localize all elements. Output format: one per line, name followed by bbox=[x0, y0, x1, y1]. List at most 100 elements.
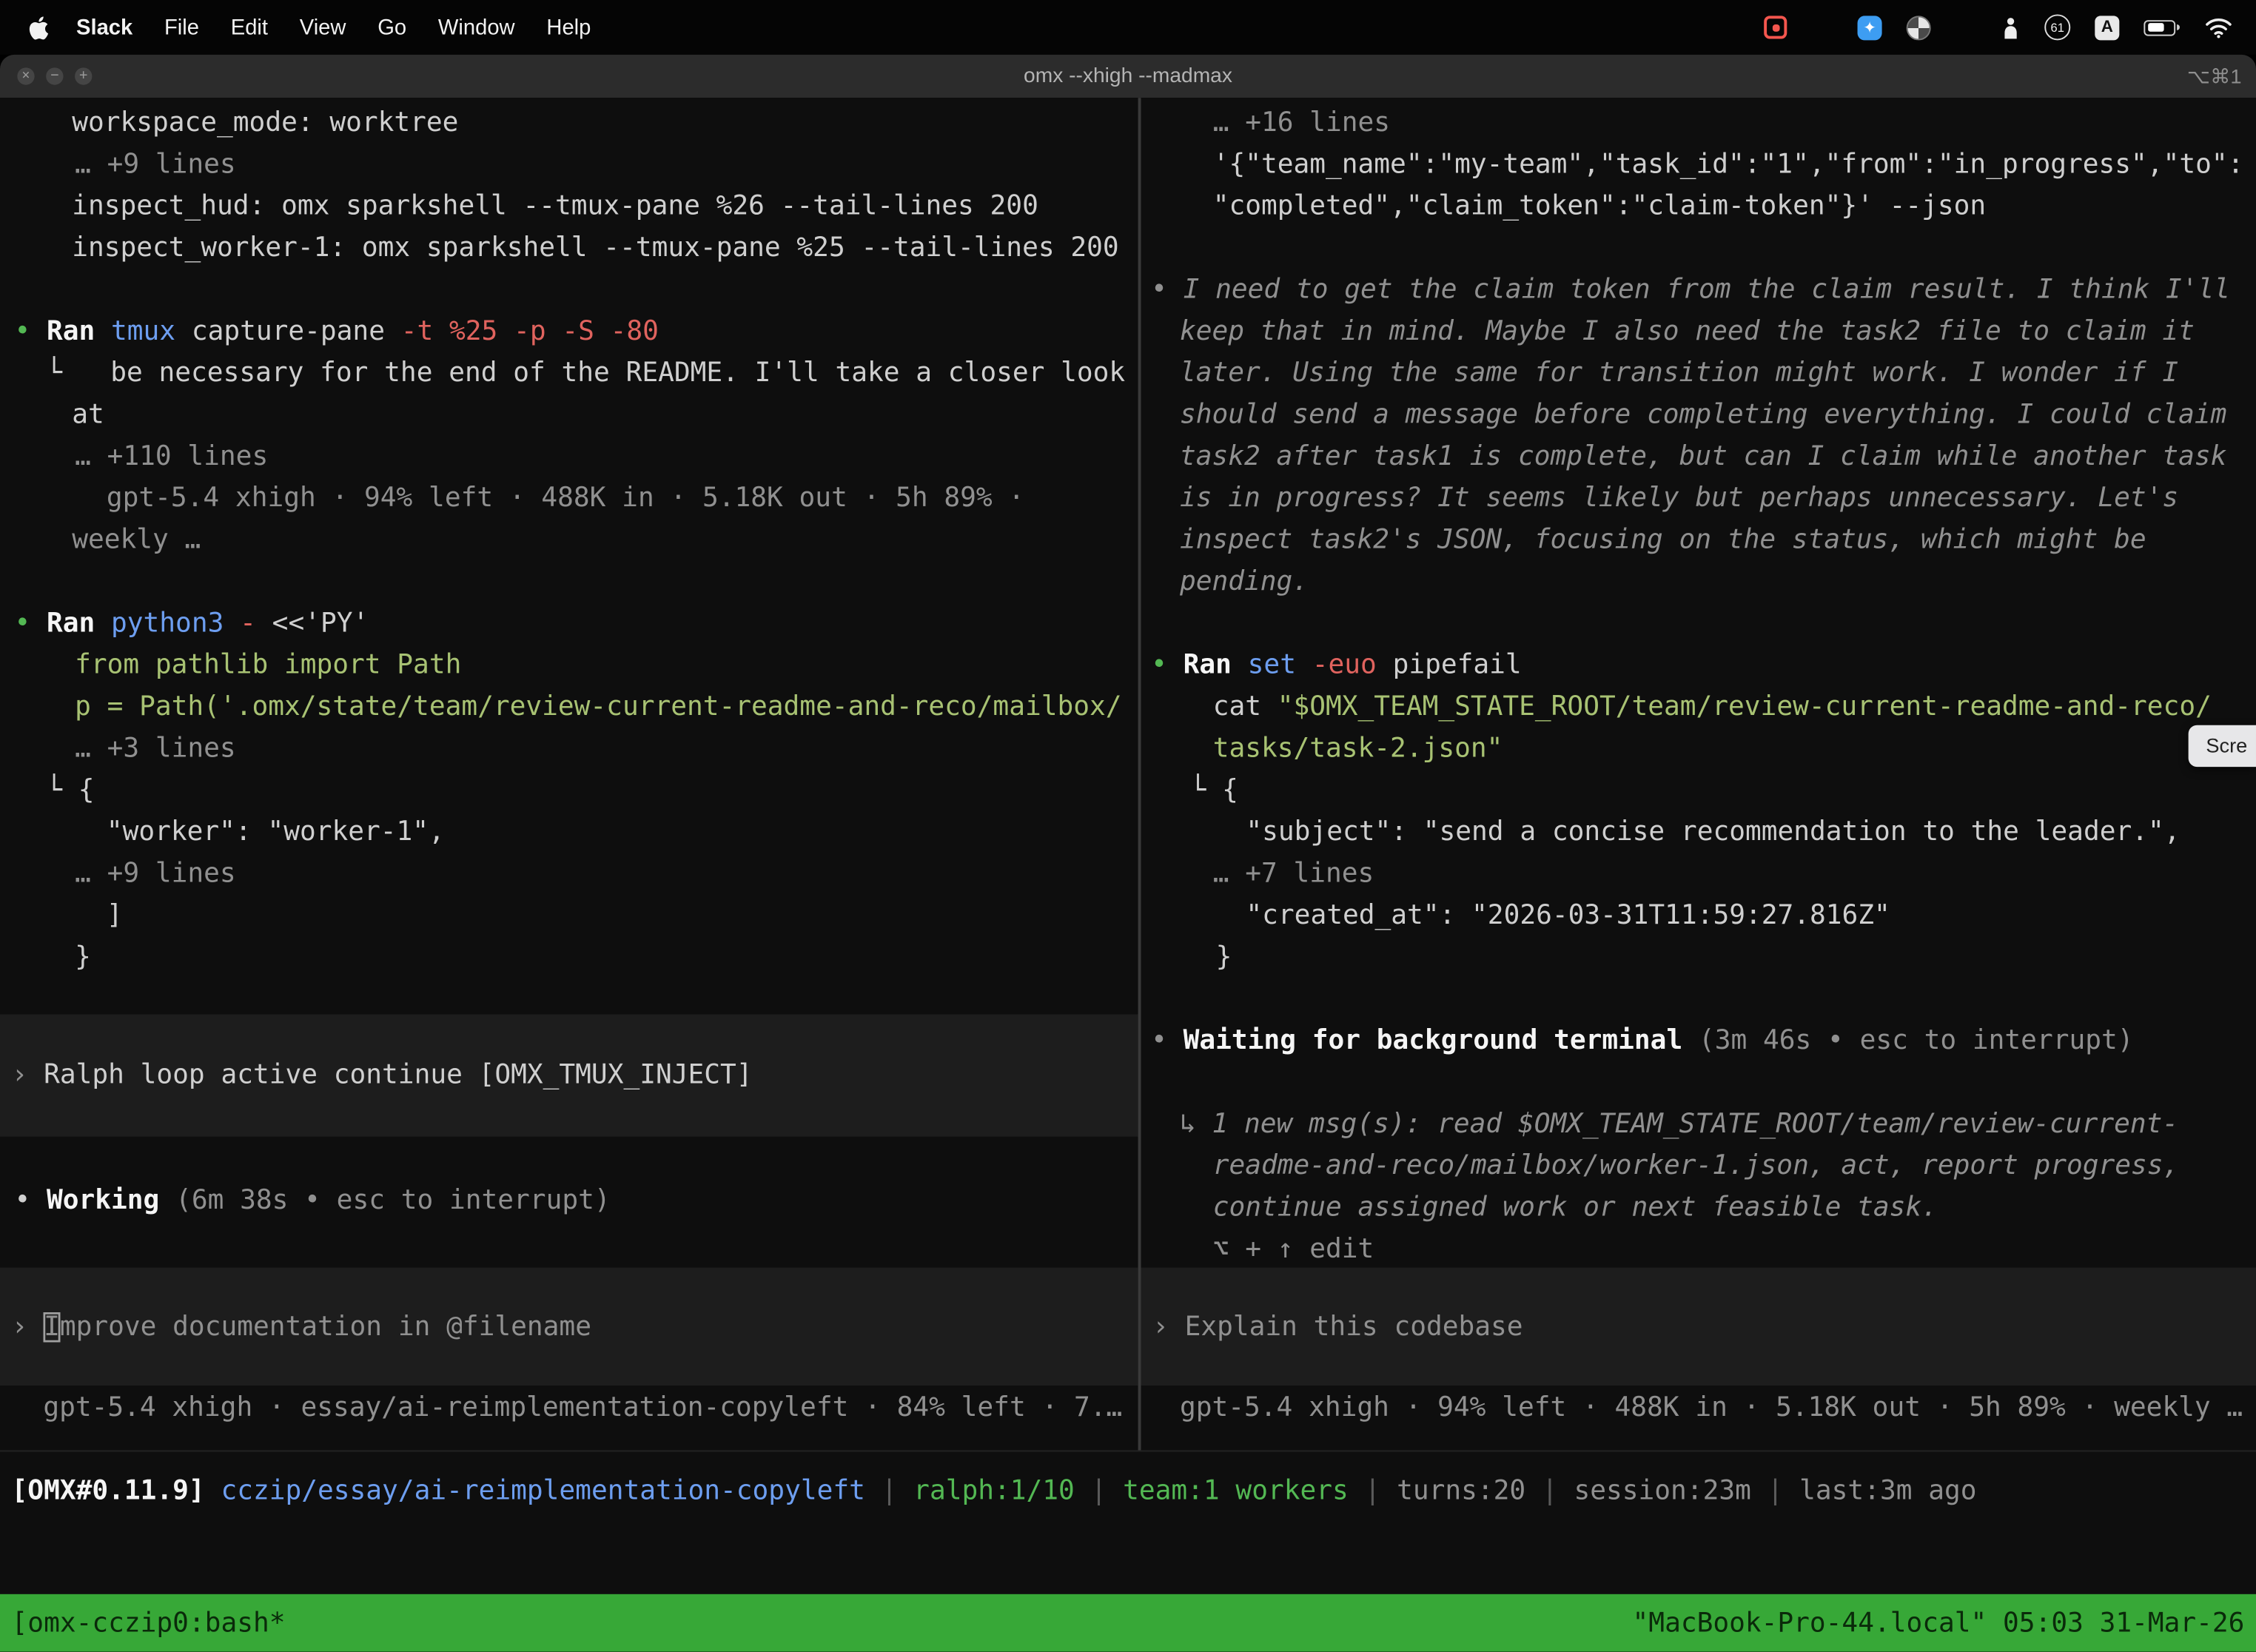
text-segment: Ralph loop active continue [OMX_TMUX_INJ… bbox=[44, 1061, 752, 1091]
terminal-line: task2 after task1 is complete, but can I… bbox=[1141, 436, 2256, 477]
window-title: omx --xhigh --madmax bbox=[0, 55, 2256, 98]
text-segment: Working bbox=[47, 1186, 159, 1216]
text-segment: later. Using the same for transition mig… bbox=[1180, 358, 2178, 389]
text-segment: turns:20 bbox=[1397, 1476, 1525, 1506]
swirl-app-icon[interactable] bbox=[1907, 15, 1931, 39]
terminal-line: } bbox=[0, 936, 1138, 978]
text-segment: cczip/essay/ai-reimplementation-copyleft bbox=[221, 1476, 865, 1506]
menu-item-view[interactable]: View bbox=[283, 15, 361, 39]
terminal[interactable]: workspace_mode: worktree … +9 lines inspec… bbox=[0, 98, 2256, 1651]
terminal-line: … +110 lines bbox=[0, 436, 1138, 477]
text-segment: ralph:1/10 bbox=[913, 1476, 1075, 1506]
text-segment: inspect_worker-1: omx sparkshell --tmux-… bbox=[72, 233, 1118, 263]
working-status-line: • Working (6m 38s • esc to interrupt) bbox=[0, 1180, 1138, 1221]
terminal-line: ↳ 1 new msg(s): read $OMX_TEAM_STATE_ROO… bbox=[1141, 1104, 2256, 1145]
tmux-status-bar: [omx-cczip0:bash* "MacBook-Pro-44.local"… bbox=[0, 1594, 2256, 1652]
close-button[interactable] bbox=[17, 67, 34, 84]
terminal-line bbox=[1141, 602, 2256, 644]
terminal-line bbox=[1141, 1062, 2256, 1104]
prompt-input-right[interactable]: › Explain this codebase bbox=[1141, 1268, 2256, 1386]
terminal-line: └ { bbox=[1141, 770, 2256, 811]
text-segment: | bbox=[1525, 1476, 1574, 1506]
text-segment: continue assigned work or next feasible … bbox=[1213, 1192, 1938, 1223]
badge-61-icon[interactable]: 61 bbox=[2044, 14, 2070, 40]
text-segment: -euo bbox=[1312, 651, 1377, 681]
text-segment: capture-pane bbox=[175, 317, 401, 347]
text-segment: p = Path('.omx/state/team/review-current… bbox=[75, 692, 1121, 722]
traffic-lights bbox=[17, 67, 92, 84]
terminal-line: … +9 lines bbox=[0, 144, 1138, 185]
input-source-icon[interactable]: A bbox=[2095, 15, 2119, 39]
text-segment bbox=[224, 608, 240, 639]
text-segment: (3m 46s • esc to interrupt) bbox=[1682, 1026, 2133, 1056]
zoom-button[interactable] bbox=[75, 67, 92, 84]
terminal-line: continue assigned work or next feasible … bbox=[1141, 1187, 2256, 1229]
apple-menu-icon[interactable] bbox=[17, 15, 60, 39]
terminal-line: weekly … bbox=[0, 520, 1138, 561]
grid-icon[interactable] bbox=[1811, 16, 1833, 38]
app-menu-slack[interactable]: Slack bbox=[61, 15, 149, 39]
panes-bottom-separator bbox=[0, 1450, 2256, 1451]
text-segment: "worker": "worker-1", bbox=[107, 817, 445, 847]
terminal-line: later. Using the same for transition mig… bbox=[1141, 352, 2256, 394]
text-segment: ⌥ + ↑ edit bbox=[1213, 1235, 1374, 1265]
text-segment: • bbox=[1151, 275, 1184, 305]
menu-item-file[interactable]: File bbox=[149, 15, 215, 39]
ralph-status-banner: › Ralph loop active continue [OMX_TMUX_I… bbox=[0, 1014, 1138, 1136]
text-segment: team:1 workers bbox=[1123, 1476, 1349, 1506]
blue-app-icon[interactable] bbox=[1858, 15, 1882, 39]
text-segment: … +9 lines bbox=[75, 859, 236, 889]
menu-item-go[interactable]: Go bbox=[362, 15, 423, 39]
terminal-line: "worker": "worker-1", bbox=[0, 811, 1138, 853]
text-segment: - bbox=[240, 608, 256, 639]
menu-item-window[interactable]: Window bbox=[423, 15, 531, 39]
menu-left: Slack File Edit View Go Window Help bbox=[0, 15, 607, 39]
text-segment: › bbox=[1152, 1312, 1185, 1342]
text-segment: pipefail bbox=[1377, 651, 1522, 681]
text-segment: Ran bbox=[1184, 651, 1248, 681]
prompt-input-left[interactable]: › Improve documentation in @filename bbox=[0, 1268, 1138, 1386]
text-segment: readme-and-reco/mailbox/worker-1.json, a… bbox=[1213, 1151, 2180, 1181]
prompt-input-right-text: › Explain this codebase bbox=[1152, 1306, 1523, 1347]
text-segment: should send a message before completing … bbox=[1180, 400, 2226, 430]
terminal-line: inspect_hud: omx sparkshell --tmux-pane … bbox=[0, 186, 1138, 227]
terminal-line: inspect task2's JSON, focusing on the st… bbox=[1141, 520, 2256, 561]
text-segment: … +9 lines bbox=[75, 150, 236, 180]
person-icon[interactable] bbox=[2001, 15, 2020, 39]
omx-status-bar: [OMX#0.11.9] cczip/essay/ai-reimplementa… bbox=[0, 1471, 2256, 1512]
terminal-pane-left[interactable]: workspace_mode: worktree … +9 lines inspec… bbox=[0, 98, 1138, 1450]
terminal-line: p = Path('.omx/state/team/review-current… bbox=[0, 686, 1138, 728]
window-shortcut: ⌥⌘1 bbox=[2187, 55, 2242, 98]
dots-grid-icon[interactable] bbox=[1955, 16, 1977, 38]
pane-footer-left-text: gpt-5.4 xhigh · essay/ai-reimplementatio… bbox=[0, 1387, 1138, 1428]
text-segment: I need to get the claim token from the c… bbox=[1184, 275, 2230, 305]
menu-item-edit[interactable]: Edit bbox=[215, 15, 283, 39]
terminal-line: tasks/task-2.json" bbox=[1141, 728, 2256, 770]
terminal-line: gpt-5.4 xhigh · 94% left · 488K in · 5.1… bbox=[0, 477, 1138, 519]
screen-recording-indicator-icon[interactable] bbox=[1764, 16, 1787, 38]
terminal-line: … +7 lines bbox=[1141, 853, 2256, 895]
terminal-line: inspect_worker-1: omx sparkshell --tmux-… bbox=[0, 227, 1138, 269]
menu-item-help[interactable]: Help bbox=[531, 15, 607, 39]
terminal-line: "subject": "send a concise recommendatio… bbox=[1141, 811, 2256, 853]
minimize-button[interactable] bbox=[46, 67, 63, 84]
text-segment: ↳ 1 new msg(s): read $OMX_TEAM_STATE_ROO… bbox=[1180, 1109, 2178, 1140]
terminal-line: • Ran set -euo pipefail bbox=[1141, 645, 2256, 686]
text-segment: at bbox=[72, 400, 104, 430]
terminal-line: workspace_mode: worktree bbox=[0, 102, 1138, 144]
text-segment: [OMX#0.11.9] bbox=[12, 1476, 221, 1506]
terminal-line: … +9 lines bbox=[0, 853, 1138, 895]
wifi-icon[interactable] bbox=[2204, 16, 2233, 38]
battery-icon[interactable] bbox=[2143, 19, 2180, 35]
menu-status-area: 61 A bbox=[1764, 14, 2256, 40]
terminal-line: • Ran python3 - <<'PY' bbox=[0, 602, 1138, 644]
pane-left-lines: workspace_mode: worktree … +9 lines inspec… bbox=[0, 102, 1138, 978]
text-segment: • bbox=[14, 1186, 47, 1216]
text-segment: … +7 lines bbox=[1213, 859, 1374, 889]
terminal-line: '{"team_name":"my-team","task_id":"1","f… bbox=[1141, 144, 2256, 185]
terminal-line: cat "$OMX_TEAM_STATE_ROOT/team/review-cu… bbox=[1141, 686, 2256, 728]
text-segment: "completed","claim_token":"claim-token"}… bbox=[1213, 192, 1987, 222]
terminal-pane-right[interactable]: … +16 lines'{"team_name":"my-team","task… bbox=[1141, 98, 2256, 1450]
pane-footer-right-text: gpt-5.4 xhigh · 94% left · 488K in · 5.1… bbox=[1141, 1387, 2256, 1428]
terminal-line bbox=[0, 561, 1138, 602]
